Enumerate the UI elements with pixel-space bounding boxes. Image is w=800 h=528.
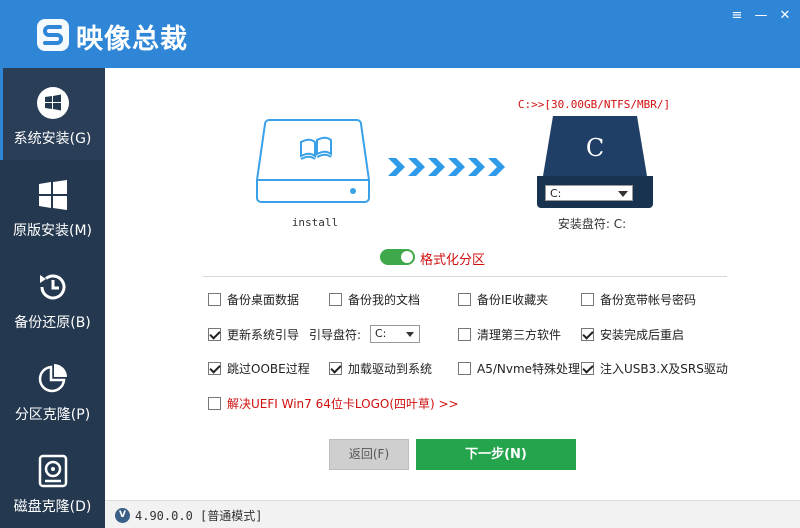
- back-button[interactable]: 返回(F): [329, 439, 409, 470]
- sidebar-item-system-install[interactable]: 系统安装(G): [0, 68, 105, 160]
- sidebar-item-label: 分区克隆(P): [14, 407, 91, 423]
- version-icon: V: [115, 508, 130, 523]
- next-button[interactable]: 下一步(N): [416, 439, 576, 470]
- sidebar-item-label: 原版安装(M): [12, 223, 92, 239]
- guide-drive-value: C:: [375, 327, 387, 340]
- sidebar-item-label: 备份还原(B): [14, 315, 91, 331]
- windows-grid-icon: [39, 180, 67, 210]
- minimize-button[interactable]: —: [751, 6, 771, 26]
- checkbox[interactable]: [208, 328, 221, 341]
- checkbox[interactable]: [581, 362, 594, 375]
- checkbox[interactable]: [458, 362, 471, 375]
- option-label: 注入USB3.X及SRS驱动: [600, 362, 728, 376]
- checkbox[interactable]: [458, 293, 471, 306]
- app-title: 映像总裁: [76, 24, 188, 55]
- option-label: A5/Nvme特殊处理: [477, 362, 581, 376]
- app-logo-icon: [37, 19, 69, 51]
- target-drive-select[interactable]: C:: [545, 185, 633, 201]
- format-partition-toggle[interactable]: [380, 249, 415, 265]
- install-drive-label: 安装盘符: C:: [557, 217, 627, 231]
- backup-clock-icon: [40, 274, 66, 300]
- format-partition-label: 格式化分区: [420, 253, 486, 268]
- option-label: 备份我的文档: [348, 293, 421, 307]
- toggle-knob: [401, 251, 413, 263]
- sidebar-item-original-install[interactable]: 原版安装(M): [0, 160, 105, 252]
- sidebar: 系统安装(G) 原版安装(M) 备份还原(B) 分区克隆(P) 磁盘克隆(D): [0, 68, 105, 528]
- version-text: 4.90.0.0 [普通模式]: [135, 509, 263, 523]
- sidebar-item-partition-clone[interactable]: 分区克隆(P): [0, 344, 105, 436]
- status-bar: V 4.90.0.0 [普通模式]: [105, 500, 800, 528]
- checkbox[interactable]: [329, 293, 342, 306]
- checkbox[interactable]: [208, 397, 221, 410]
- guide-drive-label: 引导盘符:: [309, 328, 362, 342]
- option-label: 清理第三方软件: [477, 328, 562, 342]
- menu-button[interactable]: ≡: [727, 6, 747, 26]
- option-label: 备份IE收藏夹: [477, 293, 549, 307]
- drive-letter: C: [586, 134, 604, 162]
- sidebar-item-label: 磁盘克隆(D): [13, 499, 92, 515]
- checkbox[interactable]: [208, 293, 221, 306]
- divider: [203, 276, 727, 277]
- sidebar-item-disk-clone[interactable]: 磁盘克隆(D): [0, 436, 105, 528]
- target-path-label: C:>>[30.00GB/NTFS/MBR/]: [517, 98, 671, 111]
- chevron-down-icon: [618, 191, 628, 197]
- arrows-icon: [388, 158, 505, 176]
- checkbox[interactable]: [581, 328, 594, 341]
- windows-icon: [37, 87, 69, 119]
- option-label: 加载驱动到系统: [348, 362, 433, 376]
- chevron-down-icon: [406, 332, 414, 337]
- title-bar: 映像总裁 ≡ — ✕: [0, 0, 800, 68]
- target-drive-value: C:: [550, 187, 562, 200]
- checkbox[interactable]: [581, 293, 594, 306]
- option-label: 跳过OOBE过程: [227, 362, 310, 376]
- main-panel: install C:>>[30.00GB/NTFS/MBR/] C C: 安装盘…: [105, 68, 800, 528]
- close-button[interactable]: ✕: [775, 6, 795, 26]
- option-label: 备份宽带帐号密码: [600, 293, 697, 307]
- checkbox[interactable]: [329, 362, 342, 375]
- disk-clone-icon: [38, 454, 68, 488]
- guide-drive-select[interactable]: C:: [370, 325, 420, 343]
- sidebar-item-backup-restore[interactable]: 备份还原(B): [0, 252, 105, 344]
- pie-chart-icon: [38, 364, 67, 393]
- option-label: 备份桌面数据: [227, 293, 300, 307]
- checkbox[interactable]: [208, 362, 221, 375]
- sidebar-item-label: 系统安装(G): [13, 131, 92, 147]
- source-image-label: install: [291, 216, 339, 229]
- option-label: 解决UEFI Win7 64位卡LOGO(四叶草) >>: [227, 397, 459, 411]
- option-label: 更新系统引导: [227, 328, 300, 342]
- option-label: 安装完成后重启: [600, 328, 685, 342]
- windows-disk-icon: [255, 119, 371, 203]
- checkbox[interactable]: [458, 328, 471, 341]
